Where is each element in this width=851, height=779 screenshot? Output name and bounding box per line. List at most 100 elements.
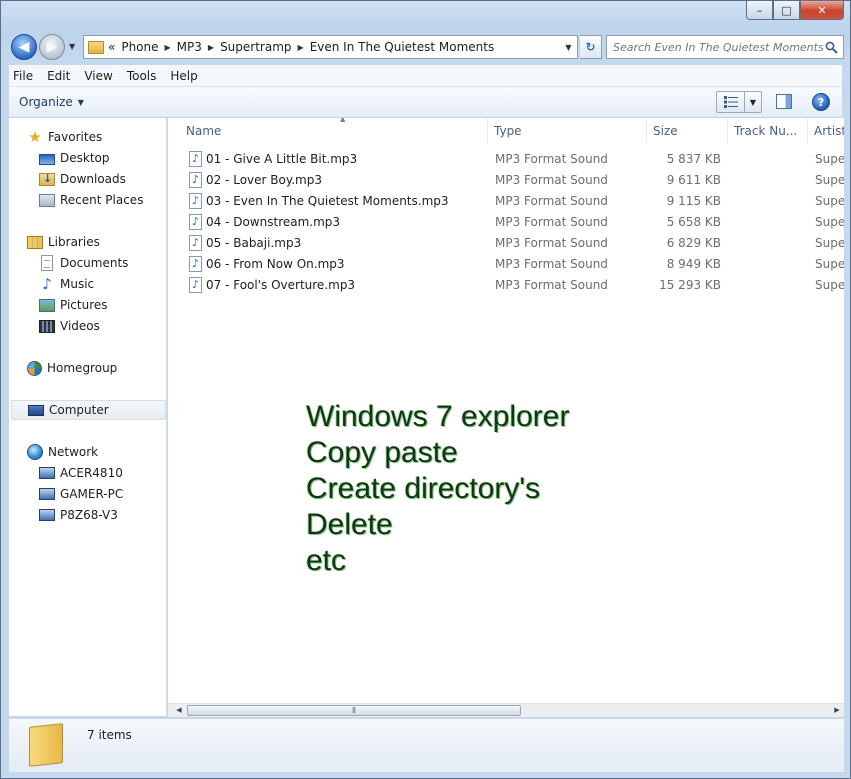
file-artist: Supertramp xyxy=(815,194,844,208)
column-header-size[interactable]: Size xyxy=(647,118,728,143)
sidebar-label: Videos xyxy=(60,319,100,333)
file-size: 15 293 KB xyxy=(659,278,721,292)
file-size: 5 837 KB xyxy=(666,152,721,166)
file-artist: Supertramp xyxy=(815,152,844,166)
scroll-left-icon[interactable]: ◀ xyxy=(172,704,186,717)
overlay-caption: Windows 7 explorer Copy paste Create dir… xyxy=(306,399,569,579)
maximize-button[interactable]: □ xyxy=(773,1,800,20)
search-box[interactable] xyxy=(606,35,844,59)
menu-view[interactable]: View xyxy=(84,69,112,83)
sidebar-item-p8z68-v3[interactable]: P8Z68-V3 xyxy=(39,505,118,525)
file-size: 5 658 KB xyxy=(666,215,721,229)
column-header-name[interactable]: Name ▲ xyxy=(180,118,488,143)
breadcrumb-mp3[interactable]: MP3 xyxy=(177,40,202,54)
sidebar-label: Favorites xyxy=(48,130,103,144)
search-input[interactable] xyxy=(613,40,823,54)
breadcrumb-overflow[interactable]: « xyxy=(108,40,115,54)
file-size: 9 115 KB xyxy=(666,194,721,208)
horizontal-scrollbar[interactable]: ◀ ⦀ ▶ xyxy=(168,703,844,717)
film-icon xyxy=(39,319,55,333)
explorer-window: – □ ✕ ◀ ▶ ▼ « Phone ▶ MP3 ▶ Supertramp ▶… xyxy=(0,0,851,779)
scrollbar-thumb[interactable]: ⦀ xyxy=(187,705,521,716)
back-arrow-icon: ◀ xyxy=(18,39,30,55)
sidebar-computer[interactable]: Computer xyxy=(11,400,166,420)
file-type: MP3 Format Sound xyxy=(495,215,608,229)
sidebar-item-gamer-pc[interactable]: GAMER-PC xyxy=(39,484,123,504)
recent-pages-dropdown[interactable]: ▼ xyxy=(69,42,75,51)
folder-icon xyxy=(88,40,104,54)
view-options-dropdown[interactable]: ▼ xyxy=(745,98,761,107)
sidebar-network[interactable]: Network xyxy=(27,442,98,462)
file-name: 01 - Give A Little Bit.mp3 xyxy=(206,152,358,166)
sort-ascending-icon: ▲ xyxy=(340,118,346,123)
forward-button[interactable]: ▶ xyxy=(39,34,65,60)
sidebar-item-recent-places[interactable]: Recent Places xyxy=(39,190,143,210)
network-globe-icon xyxy=(27,444,43,460)
menu-tools[interactable]: Tools xyxy=(127,69,157,83)
table-row[interactable]: ♪ 04 - Downstream.mp3 MP3 Format Sound 5… xyxy=(168,212,844,233)
network-computer-icon xyxy=(39,467,55,479)
music-note-icon: ♪ xyxy=(189,172,202,188)
chevron-right-icon[interactable]: ▶ xyxy=(165,43,171,52)
folder-icon xyxy=(29,723,63,767)
sidebar-favorites[interactable]: ★ Favorites xyxy=(27,127,102,147)
sidebar-item-videos[interactable]: Videos xyxy=(39,316,100,336)
chevron-right-icon[interactable]: ▶ xyxy=(298,43,304,52)
preview-pane-button[interactable] xyxy=(776,94,792,109)
column-header-track-number[interactable]: Track Nu... xyxy=(728,118,808,143)
breadcrumb-current-folder[interactable]: Even In The Quietest Moments xyxy=(310,40,495,54)
close-button[interactable]: ✕ xyxy=(800,1,844,20)
chevron-right-icon[interactable]: ▶ xyxy=(208,43,214,52)
refresh-button[interactable]: ↻ xyxy=(580,35,602,59)
sidebar-homegroup[interactable]: Homegroup xyxy=(27,358,117,378)
sidebar-item-documents[interactable]: Documents xyxy=(39,253,128,273)
help-icon: ? xyxy=(817,95,825,109)
network-computer-icon xyxy=(39,488,55,500)
network-computer-icon xyxy=(39,509,55,521)
table-row[interactable]: ♪ 05 - Babaji.mp3 MP3 Format Sound 6 829… xyxy=(168,233,844,254)
desktop-icon xyxy=(39,153,55,165)
sidebar-item-desktop[interactable]: Desktop xyxy=(39,148,110,168)
file-name: 03 - Even In The Quietest Moments.mp3 xyxy=(206,194,449,208)
sidebar-libraries[interactable]: Libraries xyxy=(27,232,100,252)
column-label: Type xyxy=(494,123,522,138)
address-dropdown[interactable]: ▼ xyxy=(559,43,577,52)
menu-file[interactable]: File xyxy=(13,69,33,83)
help-button[interactable]: ? xyxy=(812,93,830,111)
table-row[interactable]: ♪ 07 - Fool's Overture.mp3 MP3 Format So… xyxy=(168,275,844,296)
table-row[interactable]: ♪ 01 - Give A Little Bit.mp3 MP3 Format … xyxy=(168,149,844,170)
column-header-type[interactable]: Type xyxy=(488,118,647,143)
sidebar-item-music[interactable]: ♪ Music xyxy=(39,274,94,294)
sidebar-item-downloads[interactable]: Downloads xyxy=(39,169,126,189)
table-row[interactable]: ♪ 02 - Lover Boy.mp3 MP3 Format Sound 9 … xyxy=(168,170,844,191)
address-bar[interactable]: « Phone ▶ MP3 ▶ Supertramp ▶ Even In The… xyxy=(83,35,578,59)
change-view-button[interactable]: ▼ xyxy=(716,91,762,113)
table-row[interactable]: ♪ 06 - From Now On.mp3 MP3 Format Sound … xyxy=(168,254,844,275)
column-label: Artist xyxy=(814,123,844,138)
breadcrumb-supertramp[interactable]: Supertramp xyxy=(220,40,291,54)
breadcrumb-phone[interactable]: Phone xyxy=(121,40,158,54)
file-size: 6 829 KB xyxy=(666,236,721,250)
search-icon[interactable] xyxy=(825,41,838,54)
caption-buttons: – □ ✕ xyxy=(746,1,844,20)
file-artist: Supertramp xyxy=(815,278,844,292)
table-row[interactable]: ♪ 03 - Even In The Quietest Moments.mp3 … xyxy=(168,191,844,212)
back-button[interactable]: ◀ xyxy=(11,34,37,60)
file-type: MP3 Format Sound xyxy=(495,173,608,187)
computer-icon xyxy=(28,405,44,416)
navigation-row: ◀ ▶ ▼ « Phone ▶ MP3 ▶ Supertramp ▶ Even … xyxy=(9,33,844,61)
column-header-artist[interactable]: Artist xyxy=(808,118,844,143)
column-label: Name xyxy=(186,123,222,138)
minimize-button[interactable]: – xyxy=(746,1,773,20)
refresh-icon: ↻ xyxy=(585,40,596,54)
menu-edit[interactable]: Edit xyxy=(47,69,70,83)
sidebar-label: Desktop xyxy=(60,151,110,165)
sidebar-label: GAMER-PC xyxy=(60,487,124,501)
menu-help[interactable]: Help xyxy=(170,69,197,83)
music-note-icon: ♪ xyxy=(189,193,202,209)
organize-button[interactable]: Organize ▼ xyxy=(19,95,84,109)
scroll-right-icon[interactable]: ▶ xyxy=(830,704,844,717)
details-view-icon[interactable] xyxy=(717,92,745,112)
sidebar-item-acer4810[interactable]: ACER4810 xyxy=(39,463,123,483)
sidebar-item-pictures[interactable]: Pictures xyxy=(39,295,108,315)
